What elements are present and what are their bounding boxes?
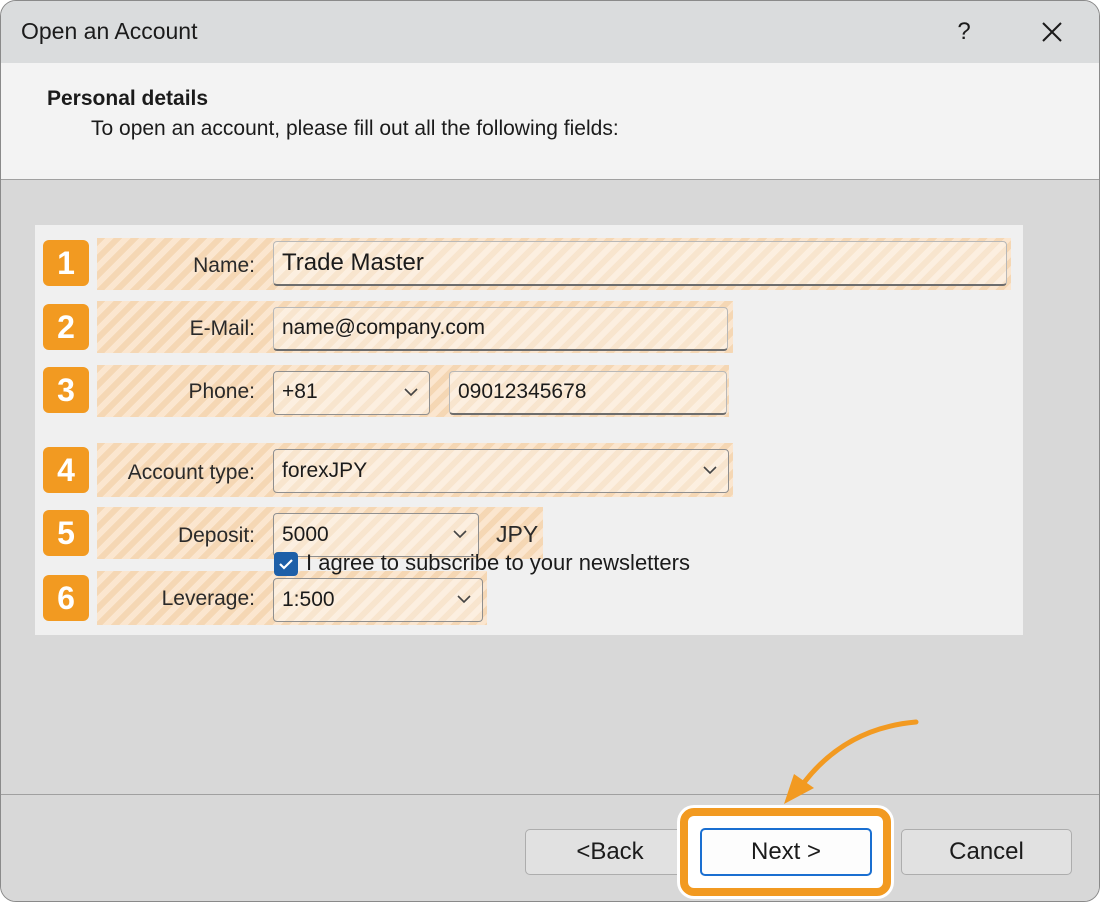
help-button[interactable]: ?	[949, 15, 979, 49]
check-icon	[279, 559, 293, 570]
chevron-down-icon	[404, 388, 418, 397]
open-account-dialog: Open an Account ? Personal details To op…	[0, 0, 1100, 902]
close-icon	[1042, 22, 1062, 42]
account-type-label: Account type:	[127, 461, 255, 484]
step-badge-4: 4	[43, 447, 89, 493]
deposit-value: 5000	[282, 523, 329, 546]
step-badge-1: 1	[43, 240, 89, 286]
step-badge-3: 3	[43, 367, 89, 413]
deposit-label: Deposit:	[177, 524, 255, 547]
phone-country-code-select[interactable]: +81	[273, 371, 430, 415]
email-label: E-Mail:	[189, 317, 255, 340]
account-type-select[interactable]: forexJPY	[273, 449, 729, 493]
header-panel: Personal details To open an account, ple…	[1, 63, 1099, 180]
section-title: Personal details	[47, 87, 209, 110]
phone-label: Phone:	[188, 380, 255, 403]
close-button[interactable]	[1035, 15, 1069, 49]
chevron-down-icon	[457, 595, 471, 604]
phone-country-code-value: +81	[282, 380, 318, 403]
pointer-arrow	[784, 719, 919, 804]
step-badge-2: 2	[43, 304, 89, 350]
leverage-label: Leverage:	[161, 587, 255, 610]
back-button[interactable]: <Back	[525, 829, 695, 875]
email-input[interactable]: name@company.com	[273, 307, 728, 351]
newsletter-checkbox[interactable]	[274, 552, 298, 576]
newsletter-label: I agree to subscribe to your newsletters	[306, 550, 690, 575]
section-subtitle: To open an account, please fill out all …	[91, 117, 619, 140]
leverage-select[interactable]: 1:500	[273, 578, 483, 622]
deposit-currency: JPY	[496, 521, 539, 547]
window-title: Open an Account	[21, 18, 198, 44]
body-area: 1 Name: Trade Master 2 E-Mail: name@comp…	[1, 180, 1099, 794]
chevron-down-icon	[453, 530, 467, 539]
title-bar: Open an Account ?	[1, 1, 1099, 63]
name-input[interactable]: Trade Master	[273, 241, 1007, 286]
step-badge-5: 5	[43, 510, 89, 556]
step-badge-6: 6	[43, 575, 89, 621]
name-label: Name:	[193, 254, 255, 277]
next-button[interactable]: Next >	[700, 828, 872, 876]
chevron-down-icon	[703, 466, 717, 475]
phone-number-input[interactable]: 09012345678	[449, 371, 727, 415]
cancel-button[interactable]: Cancel	[901, 829, 1072, 875]
account-type-value: forexJPY	[282, 459, 368, 482]
leverage-value: 1:500	[282, 588, 335, 611]
